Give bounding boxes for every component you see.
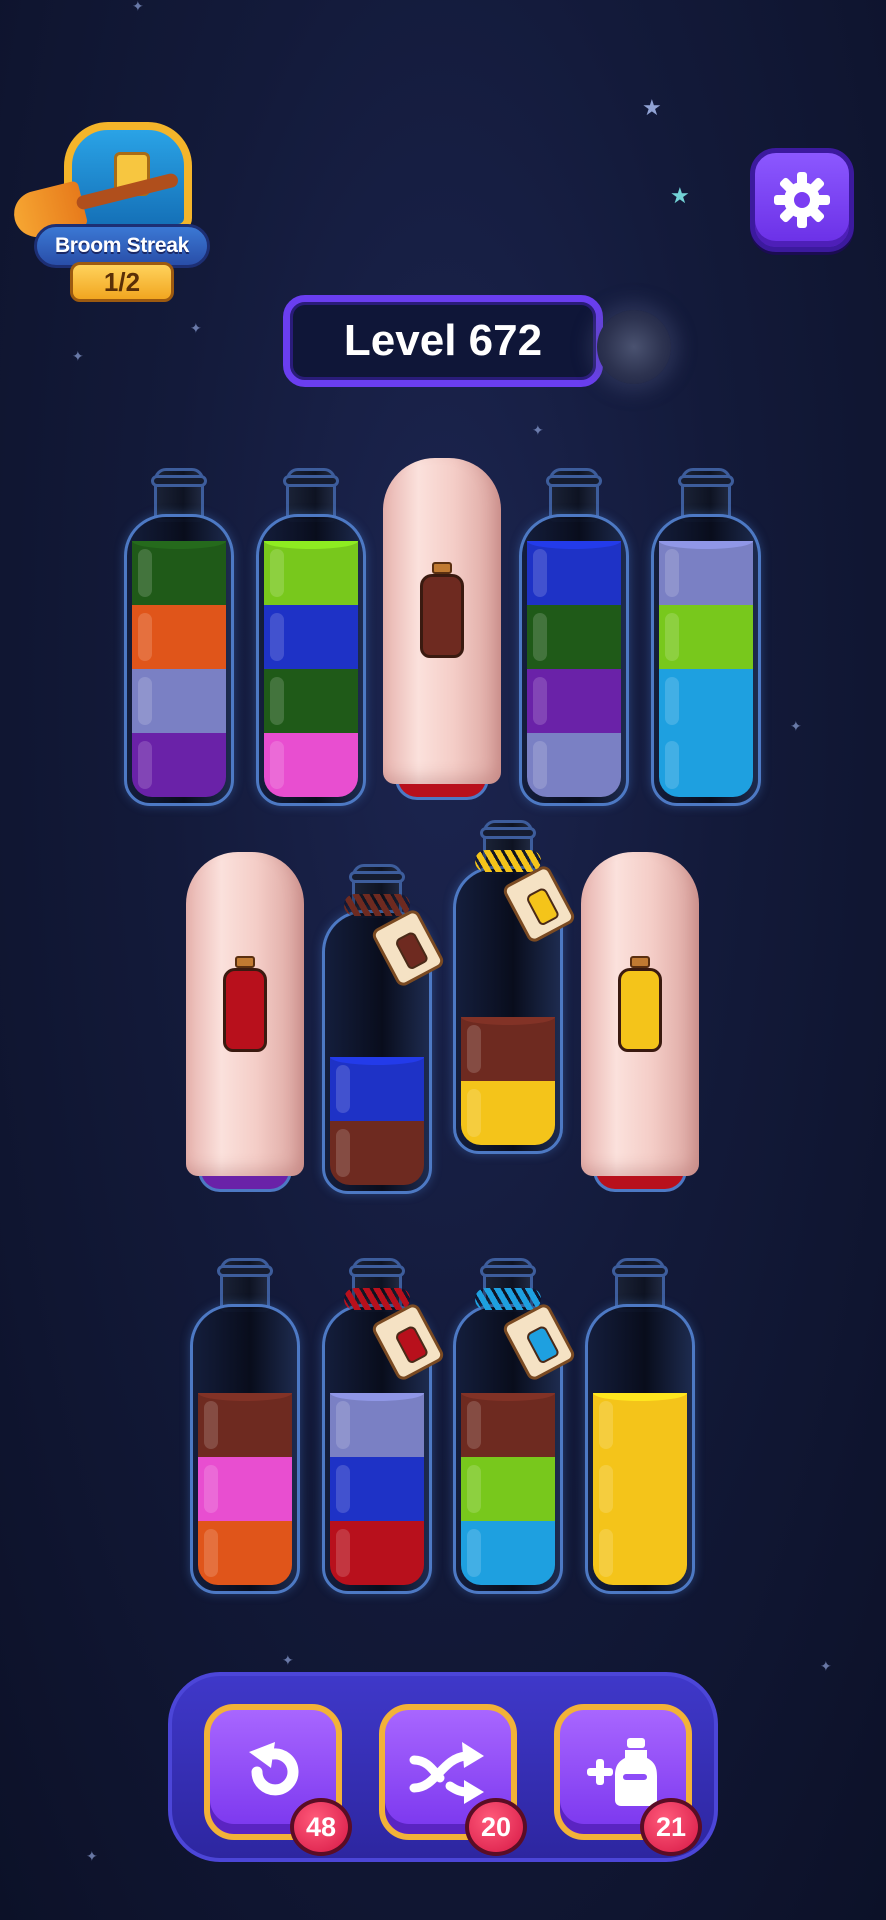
liquid-layer-lime <box>461 1457 555 1521</box>
star: ✦ <box>790 719 802 735</box>
liquid-stack <box>461 1393 555 1585</box>
add-bottle-icon <box>587 1738 657 1806</box>
bottle-b11[interactable] <box>322 1258 446 1594</box>
star: ✦ <box>282 1653 294 1669</box>
liquid-layer-blue <box>527 541 621 605</box>
undo-icon <box>249 1742 299 1796</box>
liquid-stack <box>330 1393 424 1585</box>
powerup-toolbar: 48 20 21 <box>168 1672 718 1862</box>
bottle-b4[interactable] <box>519 468 629 806</box>
rope-knot-icon <box>344 1288 410 1310</box>
bottle-b10[interactable] <box>190 1258 300 1594</box>
bottle-glass <box>190 1304 300 1594</box>
bottle-glass <box>585 1304 695 1594</box>
bottle-glass <box>519 514 629 806</box>
undo-button[interactable]: 48 <box>204 1704 352 1856</box>
liquid-layer-blue <box>330 1457 424 1521</box>
liquid-stack <box>461 1017 555 1145</box>
star: ★ <box>670 184 690 209</box>
bottle-b7[interactable] <box>322 864 446 1194</box>
liquid-layer-orange <box>132 605 226 669</box>
broom-streak-progress: 1/2 <box>70 262 174 302</box>
star: ✦ <box>72 349 84 365</box>
settings-button[interactable] <box>750 148 854 252</box>
tap-indicator <box>597 310 671 384</box>
bottle-b9[interactable] <box>581 852 699 1198</box>
liquid-layer-brown <box>461 1017 555 1081</box>
liquid-layer-blue <box>330 1057 424 1121</box>
liquid-layer-brown <box>330 1121 424 1185</box>
bottle-b1[interactable] <box>124 468 234 806</box>
shuffle-button[interactable]: 20 <box>379 1704 527 1856</box>
liquid-layer-orange <box>198 1521 292 1585</box>
rope-knot-icon <box>475 850 541 872</box>
star: ✦ <box>532 423 544 439</box>
bottle-b5[interactable] <box>651 468 761 806</box>
liquid-layer-brown <box>461 1393 555 1457</box>
bottle-glass <box>256 514 366 806</box>
star: ✦ <box>132 0 144 15</box>
star: ✦ <box>190 321 202 337</box>
liquid-layer-yellow <box>593 1393 687 1457</box>
liquid-layer-yellow <box>593 1457 687 1521</box>
liquid-layer-lavender <box>659 541 753 605</box>
liquid-layer-yellow <box>461 1081 555 1145</box>
liquid-layer-dark-green <box>264 669 358 733</box>
hint-bottle-icon <box>223 955 267 1052</box>
liquid-stack <box>132 541 226 797</box>
liquid-stack <box>527 541 621 797</box>
bottle-b6[interactable] <box>186 852 304 1198</box>
liquid-layer-blue <box>264 605 358 669</box>
rope-knot-icon <box>475 1288 541 1310</box>
liquid-layer-lime <box>659 605 753 669</box>
shuffle-count-badge: 20 <box>465 1798 527 1856</box>
cloth-cover <box>186 852 304 1176</box>
broom-streak-widget[interactable]: Broom Streak 1/2 <box>9 118 212 303</box>
add-bottle-count-badge: 21 <box>640 1798 702 1856</box>
liquid-layer-lavender <box>527 733 621 797</box>
bottle-b13[interactable] <box>585 1258 695 1594</box>
bottle-b3[interactable] <box>383 458 501 806</box>
liquid-layer-dark-green <box>527 605 621 669</box>
star: ✦ <box>86 1849 98 1865</box>
bottle-glass <box>651 514 761 806</box>
liquid-layer-pink <box>264 733 358 797</box>
liquid-stack <box>659 541 753 797</box>
bottle-b2[interactable] <box>256 468 366 806</box>
liquid-layer-purple <box>132 733 226 797</box>
bottle-b8[interactable] <box>453 820 577 1154</box>
liquid-layer-dark-green <box>132 541 226 605</box>
rope-knot-icon <box>344 894 410 916</box>
hint-bottle-icon <box>420 562 464 659</box>
liquid-layer-pink <box>198 1457 292 1521</box>
liquid-layer-lime <box>264 541 358 605</box>
bottle-glass <box>124 514 234 806</box>
gear-icon <box>774 172 830 228</box>
liquid-layer-red <box>330 1521 424 1585</box>
star: ✦ <box>820 1659 832 1675</box>
liquid-layer-lavender <box>132 669 226 733</box>
undo-count-badge: 48 <box>290 1798 352 1856</box>
liquid-stack <box>198 1393 292 1585</box>
star: ★ <box>642 96 662 121</box>
liquid-layer-sky <box>659 669 753 733</box>
liquid-stack <box>330 1057 424 1185</box>
liquid-layer-yellow <box>593 1521 687 1585</box>
hint-bottle-icon <box>618 955 662 1052</box>
liquid-layer-sky <box>461 1521 555 1585</box>
cloth-cover <box>581 852 699 1176</box>
liquid-layer-lavender <box>330 1393 424 1457</box>
liquid-layer-sky <box>659 733 753 797</box>
shuffle-icon <box>409 1742 484 1804</box>
bottle-b12[interactable] <box>453 1258 577 1594</box>
level-indicator: Level 672 <box>283 295 603 387</box>
add-bottle-button[interactable]: 21 <box>554 1704 702 1856</box>
liquid-layer-brown <box>198 1393 292 1457</box>
liquid-stack <box>593 1393 687 1585</box>
liquid-stack <box>264 541 358 797</box>
liquid-layer-purple <box>527 669 621 733</box>
cloth-cover <box>383 458 501 784</box>
